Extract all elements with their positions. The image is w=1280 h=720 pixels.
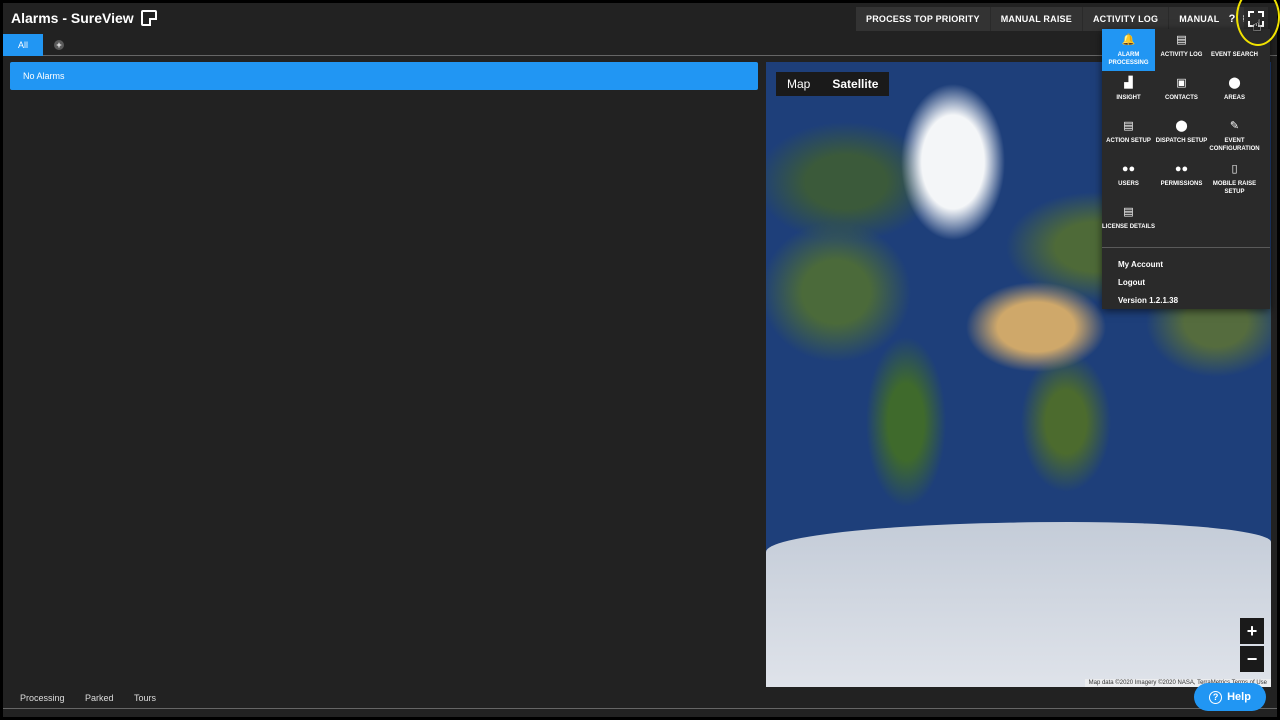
tab-tours[interactable]: Tours [134,693,156,703]
menu-item-label: EVENT SEARCH [1210,52,1258,58]
menu-item-users[interactable]: ●● USERS [1102,158,1155,200]
mobile-icon: ▯ [1231,163,1238,175]
menu-item-dispatch-setup[interactable]: ⬤ DISPATCH SETUP [1155,115,1208,157]
navigation-menu: 🔔 ALARM PROCESSING ▤ ACTIVITY LOG EVENT … [1102,29,1270,309]
page-title: Alarms - SureView [11,10,157,26]
menu-item-license-details[interactable]: ▤ LICENSE DETAILS [1102,201,1155,243]
no-alarms-text: No Alarms [23,71,65,81]
activity-log-button[interactable]: ACTIVITY LOG [1082,7,1170,31]
users-icon: ●● [1121,163,1136,175]
alarm-tabs: All + [3,34,1277,56]
map-type-control: Map Satellite [776,72,890,96]
note-icon[interactable] [140,10,157,26]
app-window: Alarms - SureView PROCESS TOP PRIORITY M… [3,3,1277,717]
zoom-in-button[interactable]: + [1240,618,1264,644]
add-tab-button[interactable]: + [54,40,64,50]
logout-link[interactable]: Logout [1118,278,1145,287]
list-icon: ▤ [1176,34,1187,46]
map-antarctica-region [766,522,1271,687]
tools-icon: ✎ [1229,120,1240,132]
clipboard-check-icon: ▤ [1123,206,1134,218]
users-gear-icon: ●● [1174,163,1189,175]
no-alarms-banner: No Alarms [10,62,758,90]
menu-item-areas[interactable]: ⬤ AREAS [1208,72,1261,114]
help-circle-icon: ? [1209,690,1223,704]
menu-item-label: DISPATCH SETUP [1155,138,1208,144]
map-pin-icon: ⬤ [1228,77,1241,89]
my-account-link[interactable]: My Account [1118,260,1163,269]
menu-item-label: MOBILE RAISE SETUP [1212,181,1257,195]
manual-raise-button[interactable]: MANUAL RAISE [990,7,1083,31]
header: Alarms - SureView PROCESS TOP PRIORITY M… [3,3,1277,33]
menu-item-label: AREAS [1223,95,1245,101]
menu-item-event-configuration[interactable]: ✎ EVENT CONFIGURATION [1208,115,1261,157]
bell-icon: 🔔 [1121,34,1136,46]
menu-item-action-setup[interactable]: ▤ ACTION SETUP [1102,115,1155,157]
help-button[interactable]: ? Help [1194,683,1266,711]
menu-item-label: LICENSE DETAILS [1102,224,1155,230]
menu-item-label: INSIGHT [1116,95,1141,101]
menu-item-alarm-processing[interactable]: 🔔 ALARM PROCESSING [1102,29,1155,71]
process-top-priority-button[interactable]: PROCESS TOP PRIORITY [856,7,991,31]
tab-processing[interactable]: Processing [20,693,65,703]
page-title-text: Alarms - SureView [11,10,134,26]
contacts-icon: ▣ [1176,77,1187,89]
bottom-tabs: Processing Parked Tours [3,689,1277,709]
help-button-label: Help [1227,691,1251,703]
menu-item-label: USERS [1118,181,1139,187]
map-pin-icon: ⬤ [1175,120,1188,132]
chart-icon: ▟ [1124,77,1133,89]
clipboard-icon: ▤ [1123,120,1134,132]
menu-item-insight[interactable]: ▟ INSIGHT [1102,72,1155,114]
menu-item-label: ALARM PROCESSING [1108,52,1149,66]
menu-item-activity-log[interactable]: ▤ ACTIVITY LOG [1155,29,1208,71]
menu-item-label: ACTION SETUP [1106,138,1151,144]
map-type-satellite-button[interactable]: Satellite [821,72,889,96]
menu-item-permissions[interactable]: ●● PERMISSIONS [1155,158,1208,200]
menu-item-label: CONTACTS [1165,95,1198,101]
tab-all[interactable]: All [3,34,43,56]
hand-cursor-icon: ☝ [1252,18,1262,35]
tab-parked[interactable]: Parked [85,693,114,703]
help-question-button[interactable]: ? [1221,7,1243,31]
map-type-map-button[interactable]: Map [776,72,821,96]
menu-item-label: EVENT CONFIGURATION [1209,138,1260,152]
toolbar: PROCESS TOP PRIORITY MANUAL RAISE ACTIVI… [856,7,1260,31]
menu-item-label: PERMISSIONS [1160,181,1203,187]
menu-divider [1102,247,1270,248]
menu-item-mobile-raise-setup[interactable]: ▯ MOBILE RAISE SETUP [1208,158,1261,200]
menu-item-contacts[interactable]: ▣ CONTACTS [1155,72,1208,114]
version-text: Version 1.2.1.38 [1118,296,1179,305]
zoom-out-button[interactable]: − [1240,646,1264,672]
menu-item-label: ACTIVITY LOG [1160,52,1203,58]
